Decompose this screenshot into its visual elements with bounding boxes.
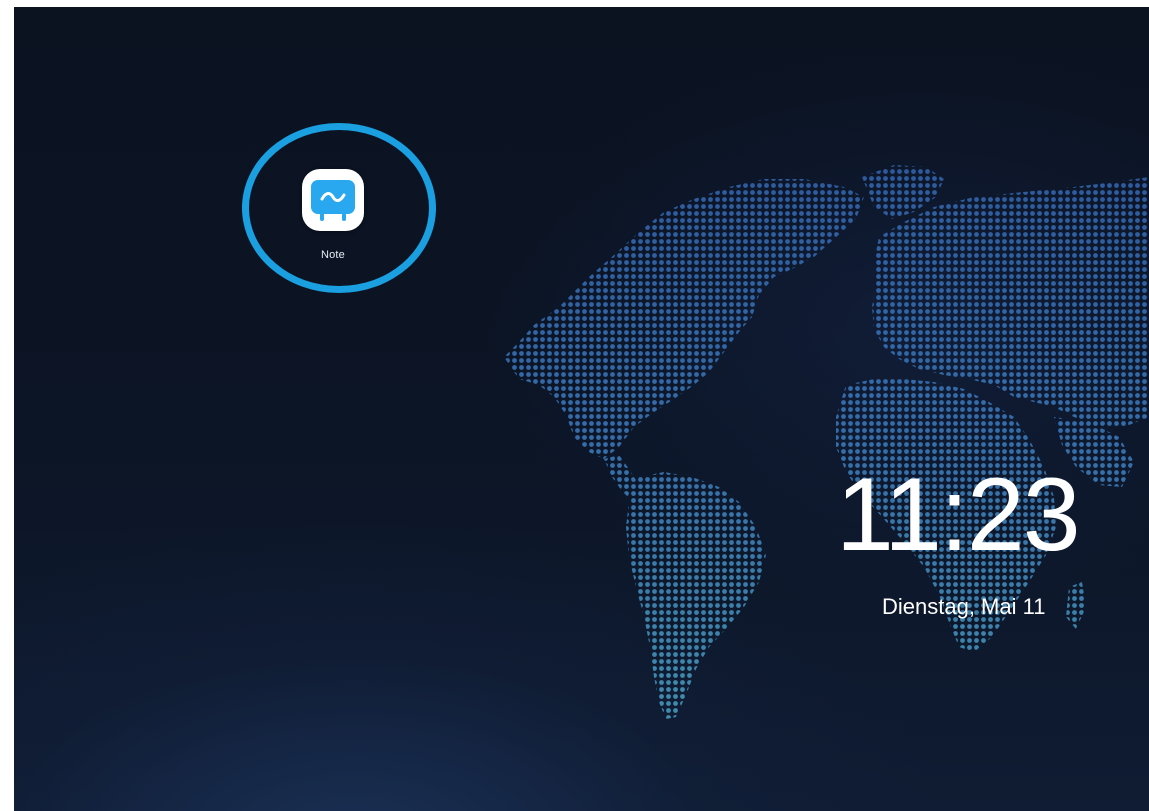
- world-map-wallpaper: [504, 165, 1149, 719]
- app-note[interactable]: Note: [294, 169, 404, 273]
- app-label-note: Note: [320, 249, 346, 261]
- clock-time: 11:23: [836, 457, 1081, 573]
- note-board-icon: [311, 180, 355, 221]
- note-app-icon[interactable]: [302, 169, 364, 231]
- home-screen: Note 11:23 Dienstag, Mai 11: [14, 7, 1149, 811]
- clock-date: Dienstag, Mai 11: [882, 594, 1046, 619]
